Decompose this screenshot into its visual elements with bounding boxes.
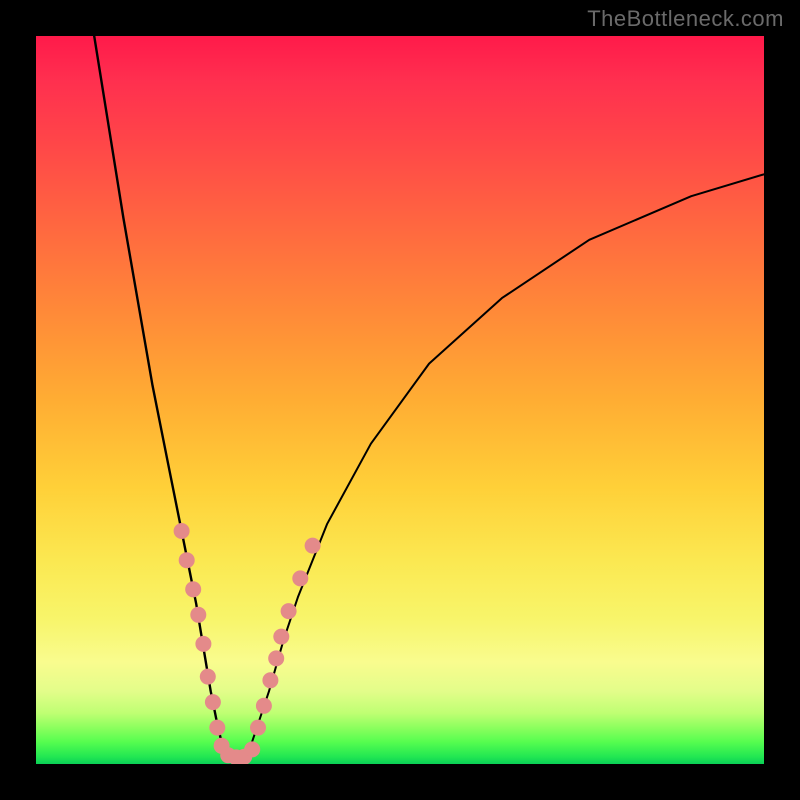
data-point [268, 650, 284, 666]
data-point [244, 741, 260, 757]
chart-frame: TheBottleneck.com [0, 0, 800, 800]
data-point [209, 720, 225, 736]
chart-svg [36, 36, 764, 764]
data-point [185, 581, 201, 597]
data-point [281, 603, 297, 619]
data-point [205, 694, 221, 710]
data-point [256, 698, 272, 714]
data-point [250, 720, 266, 736]
data-point [190, 607, 206, 623]
data-point [200, 669, 216, 685]
data-point [305, 538, 321, 554]
bottleneck-curve-right [247, 174, 764, 756]
data-point [195, 636, 211, 652]
data-point [262, 672, 278, 688]
data-point [292, 570, 308, 586]
plot-area [36, 36, 764, 764]
data-point [179, 552, 195, 568]
data-point [273, 629, 289, 645]
data-point [174, 523, 190, 539]
data-markers [174, 523, 321, 764]
watermark-text: TheBottleneck.com [587, 6, 784, 32]
